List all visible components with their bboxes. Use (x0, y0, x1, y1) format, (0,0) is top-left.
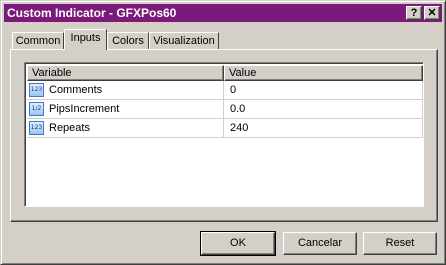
variable-name: PipsIncrement (49, 103, 120, 115)
fraction-icon: 1/2 (29, 102, 44, 116)
variable-name-cell: 123 Repeats (27, 119, 224, 138)
integer-icon: 123 (29, 121, 44, 135)
variable-value[interactable]: 240 (224, 119, 423, 138)
tab-colors[interactable]: Colors (107, 32, 149, 50)
variable-name: Comments (49, 84, 103, 96)
variable-value[interactable]: 0.0 (224, 100, 423, 119)
variable-name-cell: 1/2 PipsIncrement (27, 100, 224, 119)
inputs-tab-panel: Variable Value 123 Comments 0 1/2 PipsIn… (10, 49, 438, 222)
reset-button[interactable]: Reset (363, 232, 437, 255)
cancel-button[interactable]: Cancelar (283, 232, 357, 255)
tab-visualization[interactable]: Visualization (149, 32, 219, 50)
table-row[interactable]: 123 Comments 0 (27, 81, 423, 100)
column-header-variable[interactable]: Variable (27, 65, 224, 81)
ok-button[interactable]: OK (200, 231, 276, 256)
table-row[interactable]: 1/2 PipsIncrement 0.0 (27, 100, 423, 119)
help-button[interactable]: ? (406, 6, 422, 20)
title-bar[interactable]: Custom Indicator - GFXPos60 ? ✕ (4, 4, 442, 22)
tab-common[interactable]: Common (12, 32, 64, 50)
column-header-value[interactable]: Value (224, 65, 423, 81)
dialog-window: Custom Indicator - GFXPos60 ? ✕ Common I… (0, 0, 446, 265)
table-row[interactable]: 123 Repeats 240 (27, 119, 423, 138)
window-title: Custom Indicator - GFXPos60 (7, 6, 177, 20)
close-button[interactable]: ✕ (424, 6, 440, 20)
variable-name-cell: 123 Comments (27, 81, 224, 100)
variable-value[interactable]: 0 (224, 81, 423, 100)
variable-name: Repeats (49, 122, 90, 134)
tab-inputs[interactable]: Inputs (64, 29, 107, 50)
inputs-grid: Variable Value 123 Comments 0 1/2 PipsIn… (24, 62, 424, 207)
integer-icon: 123 (29, 83, 44, 97)
